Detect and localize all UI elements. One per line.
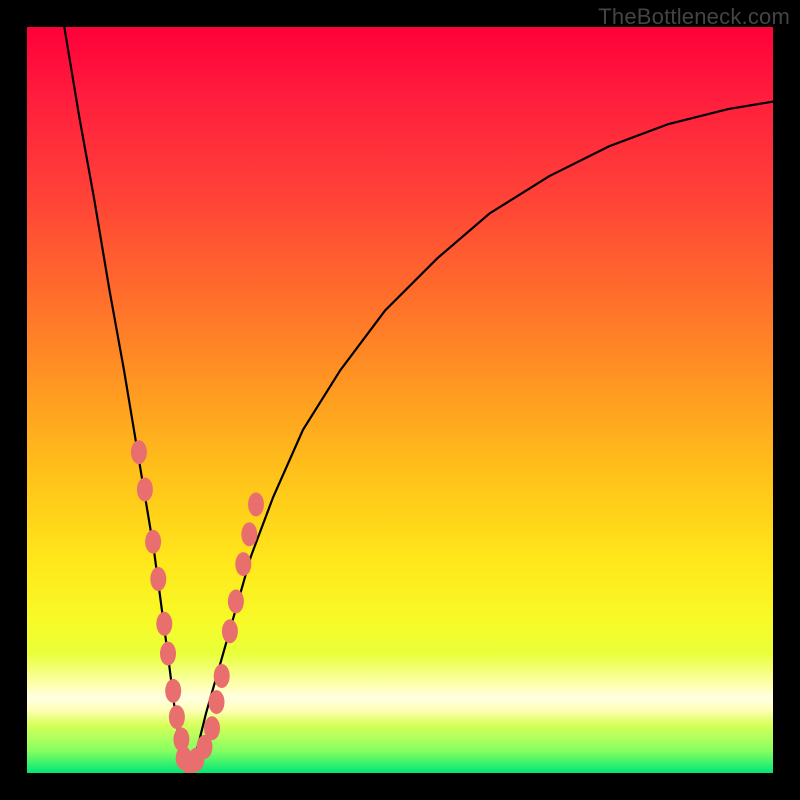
data-dot	[228, 589, 244, 613]
data-dot	[131, 440, 147, 464]
data-dot	[248, 492, 264, 516]
data-dot	[169, 705, 185, 729]
data-dot	[241, 522, 257, 546]
data-dot	[156, 612, 172, 636]
data-dot	[209, 690, 225, 714]
plot-area	[27, 27, 773, 773]
data-dot	[204, 716, 220, 740]
data-dot	[150, 567, 166, 591]
bottleneck-curve-svg	[27, 27, 773, 773]
chart-frame: TheBottleneck.com	[0, 0, 800, 800]
data-dot	[222, 619, 238, 643]
data-dots	[131, 440, 264, 773]
data-dot	[235, 552, 251, 576]
data-dot	[214, 664, 230, 688]
data-dot	[165, 679, 181, 703]
data-dot	[160, 642, 176, 666]
data-dot	[145, 530, 161, 554]
data-dot	[137, 478, 153, 502]
